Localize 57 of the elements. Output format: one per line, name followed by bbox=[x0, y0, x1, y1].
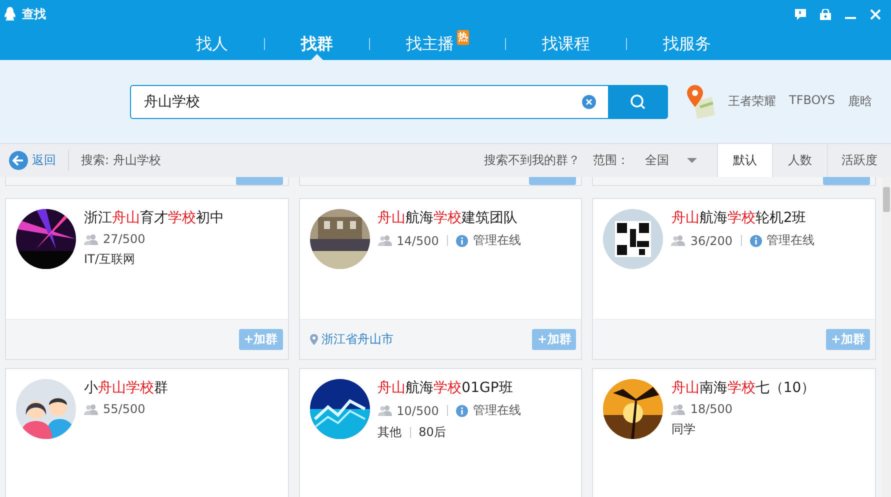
member-count: 27/500 bbox=[103, 232, 146, 246]
map-pin-icon[interactable] bbox=[686, 84, 716, 118]
group-name[interactable]: 舟山航海学校建筑团队 bbox=[378, 209, 521, 227]
members-icon bbox=[671, 404, 686, 414]
members-icon bbox=[84, 234, 98, 244]
range-dropdown[interactable]: 全国 bbox=[629, 144, 717, 177]
sort-tab[interactable]: 默认 bbox=[717, 144, 772, 177]
nav-tab[interactable]: 找服务 bbox=[647, 28, 727, 60]
close-icon[interactable] bbox=[870, 8, 881, 20]
group-name[interactable]: 浙江舟山育才学校初中 bbox=[84, 209, 224, 227]
caret-icon bbox=[687, 158, 697, 163]
member-count: 18/500 bbox=[690, 402, 733, 416]
member-count: 14/500 bbox=[396, 234, 439, 248]
info-icon bbox=[456, 404, 468, 416]
nav-tab[interactable]: 找群 bbox=[285, 28, 349, 60]
back-button[interactable]: 返回 bbox=[0, 144, 68, 177]
hot-word-link[interactable]: TFBOYS bbox=[789, 93, 835, 110]
member-count: 36/200 bbox=[690, 234, 733, 248]
member-count: 10/500 bbox=[396, 404, 439, 418]
info-icon bbox=[456, 234, 468, 246]
group-name[interactable]: 舟山航海学校轮机2班 bbox=[671, 209, 815, 227]
group-name[interactable]: 小舟山学校群 bbox=[84, 379, 168, 397]
feedback-icon[interactable] bbox=[795, 8, 806, 20]
search-button[interactable] bbox=[608, 84, 668, 118]
nav-tab[interactable]: 找人 bbox=[180, 28, 244, 60]
members-icon bbox=[378, 235, 392, 246]
location-pin-icon bbox=[310, 334, 318, 345]
location-link[interactable]: 浙江省舟山市 bbox=[322, 331, 394, 348]
search-icon bbox=[630, 94, 646, 110]
hot-word-link[interactable]: 王者荣耀 bbox=[728, 93, 776, 110]
members-icon bbox=[671, 235, 686, 246]
hot-word-link[interactable]: 鹿晗 bbox=[848, 93, 872, 110]
clear-icon[interactable] bbox=[582, 94, 596, 108]
scrollbar-thumb[interactable] bbox=[883, 187, 890, 212]
not-found-link[interactable]: 搜索不到我的群？ bbox=[484, 152, 580, 169]
admin-status: 管理在线 bbox=[472, 402, 521, 419]
group-tag: 其他 bbox=[378, 424, 402, 441]
members-icon bbox=[378, 405, 392, 416]
info-icon bbox=[750, 234, 762, 246]
group-name[interactable]: 舟山南海学校七（10） bbox=[671, 379, 816, 397]
range-label: 范围： bbox=[593, 152, 629, 169]
admin-status: 管理在线 bbox=[472, 232, 521, 249]
lock-icon[interactable] bbox=[820, 8, 831, 20]
search-query-label: 搜索: 舟山学校 bbox=[81, 152, 161, 169]
admin-status: 管理在线 bbox=[766, 232, 815, 249]
window-title: 查找 bbox=[22, 6, 46, 22]
group-name[interactable]: 舟山航海学校01GP班 bbox=[378, 379, 521, 397]
nav-tab[interactable]: 找主播 热 bbox=[390, 28, 485, 60]
group-tag: 80后 bbox=[418, 424, 446, 441]
member-count: 55/500 bbox=[103, 402, 146, 416]
group-tag: IT/互联网 bbox=[84, 251, 135, 268]
group-tag: 同学 bbox=[671, 421, 696, 438]
hot-badge: 热 bbox=[457, 30, 469, 45]
nav-tab[interactable]: 找课程 bbox=[526, 28, 606, 60]
members-icon bbox=[84, 404, 98, 414]
penguin-icon bbox=[4, 7, 16, 21]
search-field[interactable]: 舟山学校 bbox=[130, 84, 608, 118]
